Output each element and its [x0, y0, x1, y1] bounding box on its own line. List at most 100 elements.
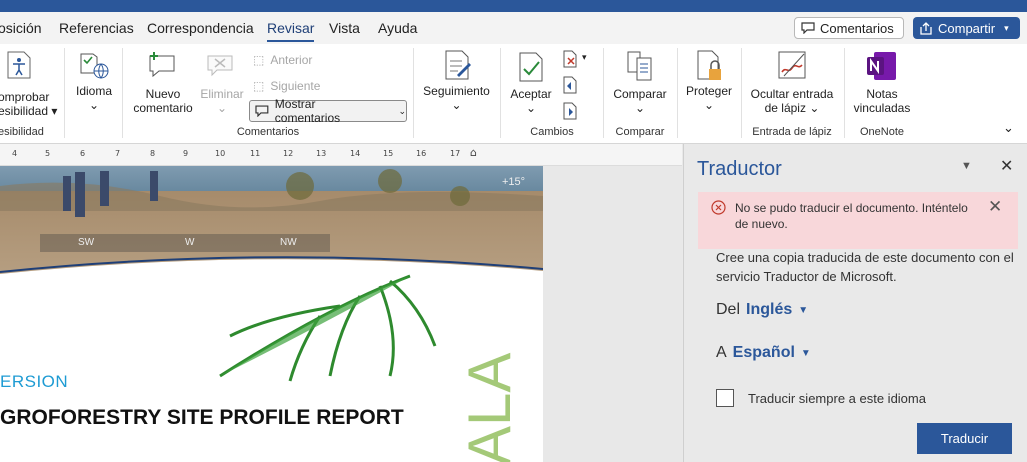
compare-button[interactable]: Comparar ⌄ — [608, 87, 672, 115]
accept-change-icon — [519, 52, 543, 82]
onenote-icon — [867, 52, 896, 80]
next-comment-button[interactable]: ⬚ Siguiente — [253, 79, 320, 93]
hide-ink-line1: Ocultar entrada — [750, 87, 834, 101]
ruler-tick: 6 — [80, 149, 86, 158]
new-comment-line2: comentario — [133, 101, 193, 115]
compass-label: W — [185, 237, 195, 248]
close-icon[interactable]: ✕ — [1000, 156, 1013, 176]
error-message-bar: No se pudo traducir el documento. Intént… — [698, 192, 1018, 249]
report-title: GROFORESTRY SITE PROFILE REPORT — [0, 406, 404, 429]
tab-revisar[interactable]: Revisar — [267, 20, 315, 42]
hide-ink-line2: de lápiz ⌄ — [764, 101, 820, 115]
target-language-value: Español — [732, 344, 795, 361]
ruler-tick: 16 — [416, 149, 427, 158]
pane-options-icon[interactable]: ▼ — [961, 160, 972, 172]
delete-comment-button[interactable]: Eliminar ⌄ — [198, 87, 246, 115]
collapse-ribbon-icon[interactable]: ⌄ — [1003, 120, 1014, 136]
chevron-down-icon: ⌄ — [634, 101, 646, 115]
share-button-label: Compartir — [938, 20, 996, 36]
chevron-down-icon: ⌄ — [88, 98, 100, 112]
ruler-tick: 11 — [250, 149, 261, 158]
ribbon-separator — [500, 48, 501, 138]
tab-referencias[interactable]: Referencias — [59, 20, 134, 36]
previous-comment-label: Anterior — [270, 53, 313, 67]
ribbon-separator — [122, 48, 123, 138]
ruler-indent-marker[interactable]: ⌂ — [470, 146, 477, 159]
reject-change-icon[interactable] — [562, 50, 578, 68]
hide-ink-button[interactable]: Ocultar entrada de lápiz ⌄ — [746, 87, 838, 115]
ribbon-separator — [64, 48, 65, 138]
next-comment-icon: ⬚ — [253, 79, 265, 93]
new-comment-button[interactable]: Nuevo comentario — [128, 87, 198, 115]
tracking-icon — [445, 50, 471, 80]
tab-ayuda[interactable]: Ayuda — [378, 20, 417, 36]
always-translate-checkbox[interactable] — [716, 389, 734, 407]
ribbon-separator — [413, 48, 414, 138]
show-comments-button[interactable]: Mostrar comentarios ⌄ — [249, 97, 407, 125]
document-area[interactable]: SW W NW +15° ERSION GROFORESTRY SITE PRO… — [0, 166, 682, 462]
next-change-icon[interactable] — [562, 102, 578, 120]
source-language-prefix: Del — [716, 301, 741, 318]
share-button[interactable]: Compartir ▾ — [913, 17, 1020, 39]
ruler-tick: 5 — [45, 149, 51, 158]
always-translate-label: Traducir siempre a este idioma — [748, 390, 926, 406]
tab-vista[interactable]: Vista — [329, 20, 360, 36]
ruler-tick: 4 — [12, 149, 18, 158]
ribbon-separator — [741, 48, 742, 138]
show-comments-label: Mostrar comentarios — [274, 97, 341, 125]
protect-button[interactable]: Proteger ⌄ — [682, 84, 736, 112]
error-icon — [711, 200, 726, 215]
delete-comment-label: Eliminar — [200, 87, 244, 101]
photo-compass-bar: SW W NW — [40, 234, 330, 252]
check-accessibility-line1: omprobar — [0, 90, 50, 104]
delete-comment-icon — [207, 55, 233, 77]
ribbon: omprobar esibilidad ▾ esibilidad Idioma … — [0, 44, 1027, 144]
tab-disposicion[interactable]: osición — [0, 20, 42, 36]
document-page[interactable]: SW W NW +15° ERSION GROFORESTRY SITE PRO… — [0, 166, 543, 462]
vertical-title-text: ALA — [456, 352, 523, 462]
horizontal-ruler[interactable]: 4 5 6 7 8 9 10 11 12 13 14 15 16 17 ⌂ — [0, 144, 682, 166]
chevron-down-icon: ⌄ — [525, 101, 537, 115]
source-language-selector[interactable]: Del Inglés ▼ — [716, 301, 808, 319]
version-heading: ERSION — [0, 372, 69, 391]
always-translate-option[interactable]: Traducir siempre a este idioma — [716, 389, 926, 407]
chevron-down-icon[interactable]: ▾ — [582, 52, 587, 63]
ruler-tick: 9 — [183, 149, 189, 158]
language-button[interactable]: Idioma ⌄ — [72, 84, 116, 112]
accept-button[interactable]: Aceptar ⌄ — [505, 87, 557, 115]
tab-correspondencia[interactable]: Correspondencia — [147, 20, 254, 36]
previous-comment-button[interactable]: ⬚ Anterior — [253, 53, 312, 67]
title-bar — [0, 0, 1027, 12]
ribbon-separator — [844, 48, 845, 138]
previous-comment-icon: ⬚ — [253, 53, 265, 67]
previous-change-icon[interactable] — [562, 76, 578, 94]
ruler-tick: 13 — [316, 149, 327, 158]
target-language-selector[interactable]: A Español ▼ — [716, 344, 811, 362]
group-label-changes: Cambios — [530, 126, 574, 138]
tracking-button[interactable]: Seguimiento ⌄ — [419, 84, 494, 112]
source-language-value: Inglés — [746, 301, 793, 318]
ruler-tick: 17 — [450, 149, 461, 158]
next-comment-label: Siguiente — [270, 79, 321, 93]
linked-notes-button[interactable]: Notas vinculadas — [850, 87, 914, 115]
tracking-label: Seguimiento — [423, 84, 490, 98]
hide-ink-icon — [778, 51, 806, 79]
protect-label: Proteger — [685, 84, 733, 98]
ruler-tick: 10 — [215, 149, 226, 158]
translate-button[interactable]: Traducir — [917, 423, 1012, 454]
check-accessibility-button[interactable]: omprobar esibilidad ▾ — [0, 90, 58, 118]
group-label-compare: Comparar — [615, 126, 665, 138]
chevron-down-icon: ⌄ — [398, 105, 406, 116]
chevron-down-icon[interactable]: ▾ — [1004, 23, 1009, 34]
target-language-prefix: A — [716, 344, 727, 361]
dismiss-error-icon[interactable]: ✕ — [988, 197, 1002, 217]
ruler-tick: 12 — [283, 149, 294, 158]
error-message-text: No se pudo traducir el documento. Intént… — [735, 201, 968, 231]
linked-notes-line2: vinculadas — [853, 101, 911, 115]
language-icon — [80, 53, 109, 79]
chevron-down-icon: ⌄ — [451, 98, 462, 112]
compare-icon — [627, 51, 652, 81]
comments-button[interactable]: Comentarios — [794, 17, 904, 39]
ribbon-separator — [677, 48, 678, 138]
chevron-down-icon: ▼ — [800, 347, 811, 359]
